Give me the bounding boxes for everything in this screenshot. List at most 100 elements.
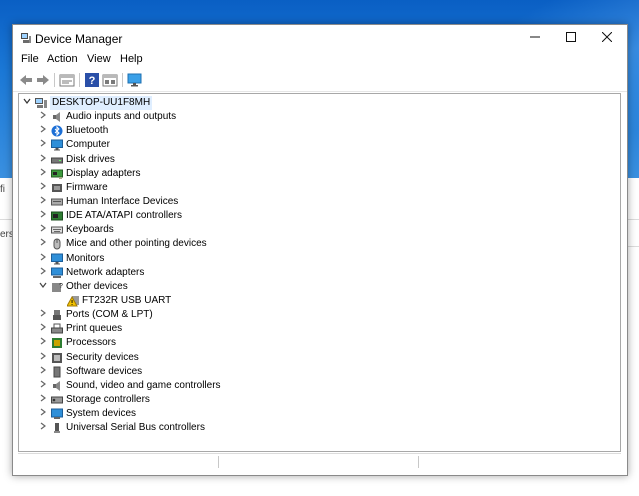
chevron-right-icon[interactable] [38, 308, 48, 322]
speaker-icon [53, 112, 60, 122]
chevron-right-icon[interactable] [38, 138, 48, 152]
tree-item-label: Security devices [66, 351, 139, 363]
tree-item-disk-drives[interactable]: Disk drives [19, 153, 319, 167]
chevron-right-icon[interactable] [38, 153, 48, 167]
chevron-right-icon[interactable] [38, 181, 48, 195]
forward-arrow-icon[interactable] [35, 72, 51, 88]
chevron-right-icon[interactable] [38, 379, 48, 393]
toolbar: ? [13, 69, 627, 92]
tree-item-label: Network adapters [66, 266, 145, 278]
tree-root[interactable]: DESKTOP-UU1F8MH [19, 96, 319, 110]
tree-item-label: Bluetooth [66, 125, 109, 137]
tree-item-ports[interactable]: Ports (COM & LPT) [19, 308, 319, 322]
minimize-icon [530, 36, 540, 38]
chevron-right-icon[interactable] [38, 421, 48, 435]
maximize-button[interactable] [553, 25, 589, 51]
chevron-right-icon[interactable] [38, 336, 48, 350]
chevron-right-icon[interactable] [38, 167, 48, 181]
chevron-right-icon[interactable] [38, 209, 48, 223]
minimize-button[interactable] [517, 25, 553, 51]
ide-controller-icon [51, 211, 63, 221]
chevron-right-icon[interactable] [38, 365, 48, 379]
back-arrow-icon[interactable] [18, 72, 34, 88]
help-icon[interactable]: ? [84, 72, 100, 88]
chevron-down-icon[interactable] [22, 96, 32, 110]
tree-item-label: Other devices [66, 280, 128, 292]
tree-item-label: Keyboards [66, 224, 114, 236]
tree-item-usb[interactable]: Universal Serial Bus controllers [19, 421, 319, 435]
chevron-right-icon[interactable] [38, 124, 48, 138]
tree-item-label: Audio inputs and outputs [66, 111, 177, 122]
tree-item-label: Sound, video and game controllers [66, 379, 221, 391]
tree-item-software-devices[interactable]: Software devices [19, 365, 319, 379]
tree-item-processors[interactable]: Processors [19, 336, 319, 350]
tree-item-hid[interactable]: Human Interface Devices [19, 195, 319, 209]
close-button[interactable] [589, 25, 625, 51]
scan-hardware-icon[interactable] [127, 72, 143, 88]
chevron-right-icon[interactable] [38, 237, 48, 251]
tree-item-label: IDE ATA/ATAPI controllers [66, 210, 182, 221]
bluetooth-icon [51, 125, 63, 137]
tree-item-system-devices[interactable]: System devices [19, 407, 319, 421]
chevron-right-icon[interactable] [38, 407, 48, 421]
tree-item-audio[interactable]: Audio inputs and outputs [19, 110, 319, 124]
tree-item-firmware[interactable]: Firmware [19, 181, 319, 195]
chevron-right-icon[interactable] [38, 195, 48, 209]
warning-device-icon [67, 295, 79, 307]
tree-item-label: Storage controllers [66, 394, 150, 405]
close-icon [601, 31, 613, 43]
menu-help[interactable]: Help [120, 53, 143, 65]
view-icon[interactable] [102, 72, 118, 88]
storage-controller-icon [51, 396, 63, 404]
tree-item-label: Mice and other pointing devices [66, 238, 207, 250]
unknown-device-icon: ? [52, 282, 63, 292]
tree-item-keyboards[interactable]: Keyboards [19, 223, 319, 237]
chevron-down-icon[interactable] [38, 280, 48, 294]
tree-item-mice[interactable]: Mice and other pointing devices [19, 237, 319, 251]
tree-item-security-devices[interactable]: Security devices [19, 351, 319, 365]
menu-action[interactable]: Action [47, 53, 78, 65]
chevron-right-icon[interactable] [38, 393, 48, 407]
tree-item-ft232r[interactable]: FT232R USB UART [19, 294, 319, 308]
chevron-right-icon[interactable] [38, 252, 48, 266]
software-device-icon [53, 366, 61, 378]
tree-item-storage-controllers[interactable]: Storage controllers [19, 393, 319, 407]
chevron-right-icon[interactable] [38, 322, 48, 336]
disk-drive-icon [51, 157, 63, 163]
properties-icon[interactable] [59, 72, 75, 88]
window-title: Device Manager [35, 32, 123, 46]
sound-icon [53, 380, 60, 391]
tree-item-monitors[interactable]: Monitors [19, 252, 319, 266]
chevron-right-icon[interactable] [38, 110, 48, 124]
tree-item-display-adapters[interactable]: Display adapters [19, 167, 319, 181]
mouse-icon [53, 238, 61, 250]
monitor-icon [51, 139, 63, 151]
tree-item-network-adapters[interactable]: Network adapters [19, 266, 319, 280]
svg-text:?: ? [59, 283, 63, 290]
tree-item-bluetooth[interactable]: Bluetooth [19, 124, 319, 138]
tree-item-label: Universal Serial Bus controllers [66, 422, 205, 434]
device-manager-icon [21, 33, 31, 43]
tree-item-label: Firmware [66, 181, 108, 193]
menu-view[interactable]: View [87, 53, 111, 65]
hid-icon [51, 198, 63, 206]
tree-item-computer[interactable]: Computer [19, 138, 319, 152]
background-text-fragment: fi [0, 184, 5, 195]
tree-item-print-queues[interactable]: Print queues [19, 322, 319, 336]
title-bar[interactable]: Device Manager [13, 25, 627, 51]
menu-file[interactable]: File [21, 53, 39, 65]
computer-icon [35, 98, 47, 108]
chevron-right-icon[interactable] [38, 351, 48, 365]
firmware-icon [52, 183, 62, 192]
tree-item-ide[interactable]: IDE ATA/ATAPI controllers [19, 209, 319, 223]
chevron-right-icon[interactable] [38, 223, 48, 237]
port-icon [53, 310, 61, 321]
device-tree[interactable]: DESKTOP-UU1F8MH Audio inputs and outputs… [18, 93, 621, 452]
tree-item-label: Human Interface Devices [66, 195, 179, 207]
toolbar-separator [54, 73, 55, 87]
tree-item-other-devices[interactable]: ? Other devices [19, 280, 319, 294]
tree-item-sound[interactable]: Sound, video and game controllers [19, 379, 319, 393]
svg-text:?: ? [89, 75, 96, 87]
chevron-right-icon[interactable] [38, 266, 48, 280]
status-bar-separator [418, 456, 419, 468]
